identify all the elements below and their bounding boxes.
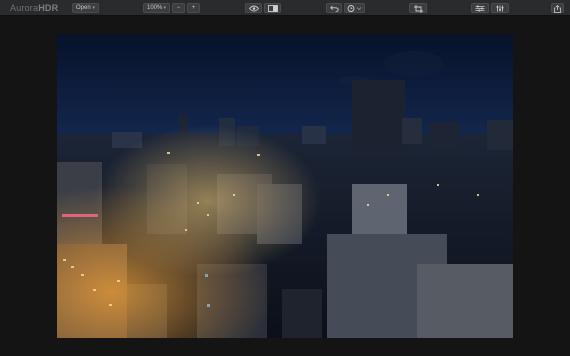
sliders-icon [475, 5, 485, 12]
clock-icon [347, 5, 362, 12]
zoom-select[interactable]: 100% ▾ [143, 3, 170, 13]
presets-button[interactable] [471, 3, 489, 13]
logo-text-light: Aurora [10, 3, 39, 13]
zoom-in-button[interactable]: + [187, 3, 200, 13]
share-button[interactable] [551, 3, 564, 13]
zoom-value: 100% [147, 5, 163, 11]
undo-button[interactable] [326, 3, 342, 13]
crop-icon [413, 5, 423, 13]
eye-icon [248, 5, 259, 12]
undo-icon [329, 5, 339, 12]
zoom-out-button[interactable]: − [172, 3, 185, 13]
adjust-icon [496, 5, 504, 12]
history-button[interactable] [344, 3, 365, 13]
plus-icon: + [191, 5, 196, 11]
share-icon [554, 5, 561, 13]
chevron-down-icon: ▾ [92, 5, 95, 11]
night-city-photo [57, 34, 513, 338]
photo-canvas[interactable] [57, 34, 513, 338]
adjust-button[interactable] [491, 3, 509, 13]
top-toolbar: AuroraHDR Open ▾ 100% ▾ − + [0, 0, 570, 16]
chevron-down-icon: ▾ [163, 5, 166, 11]
app-logo: AuroraHDR [10, 3, 58, 13]
crop-button[interactable] [409, 3, 427, 13]
open-button[interactable]: Open ▾ [72, 3, 99, 13]
preview-toggle-button[interactable] [245, 3, 262, 13]
minus-icon: − [176, 5, 181, 11]
logo-text-bold: HDR [38, 3, 59, 13]
open-button-label: Open [76, 5, 91, 11]
compare-view-button[interactable] [264, 3, 281, 13]
split-view-icon [267, 5, 278, 12]
